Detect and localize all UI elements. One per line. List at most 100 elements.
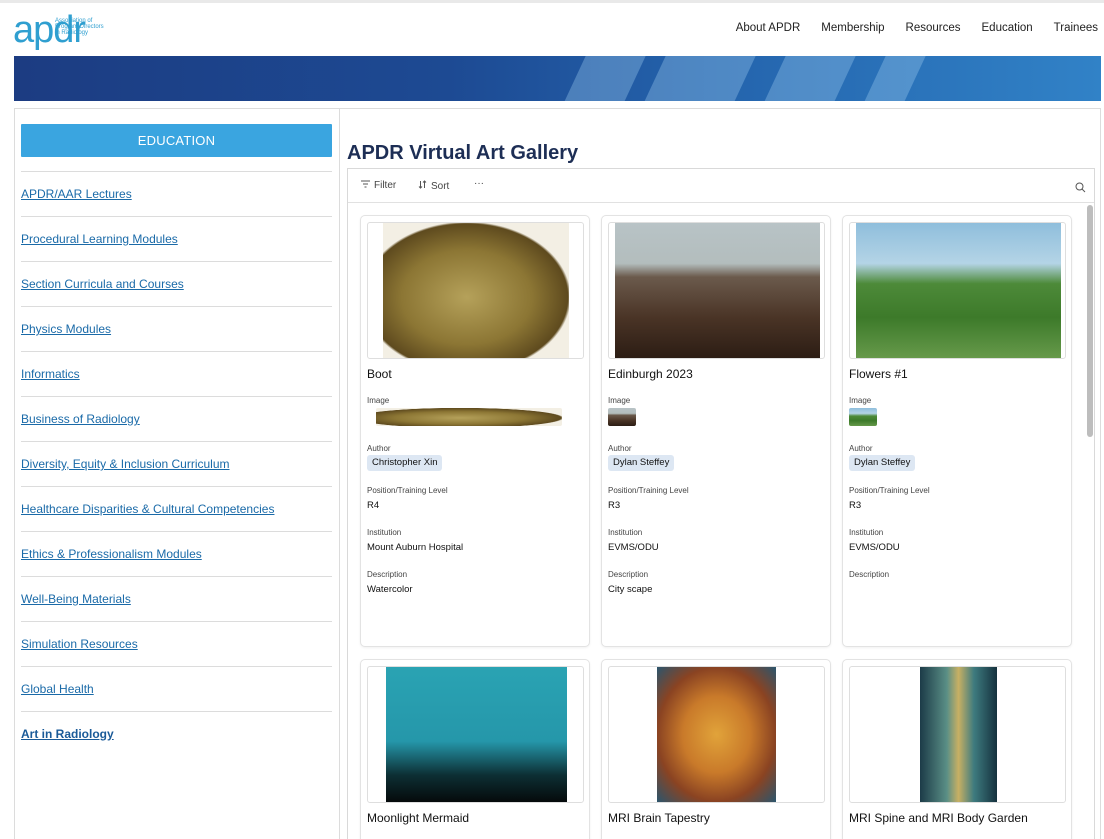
description-label: Description [367,570,408,579]
hero-banner [14,56,1101,101]
more-options-button[interactable]: ··· [474,178,484,189]
gallery-card-boot[interactable]: Boot Image Author Christopher Xin Positi… [360,215,590,647]
sidebar: EDUCATION APDR/AAR Lectures Procedural L… [15,109,340,839]
position-label: Position/Training Level [849,486,930,495]
nav-resources[interactable]: Resources [906,22,961,34]
image-label: Image [608,396,631,405]
sidebar-link[interactable]: Ethics & Professionalism Modules [21,547,202,561]
sidebar-link[interactable]: Business of Radiology [21,412,140,426]
description-label: Description [608,570,649,579]
description-value: City scape [608,584,653,595]
author-chip: Christopher Xin [367,455,443,471]
sidebar-link[interactable]: APDR/AAR Lectures [21,187,132,201]
sidebar-item-lectures: APDR/AAR Lectures [21,171,332,216]
institution-label: Institution [608,528,643,537]
author-label: Author [608,444,632,453]
institution-value: Mount Auburn Hospital [367,542,464,553]
sidebar-item-global-health: Global Health [21,666,332,711]
gallery-card-flowers[interactable]: Flowers #1 Image Author Dylan Steffey Po… [842,215,1072,647]
search-icon[interactable] [1075,180,1087,193]
position-label: Position/Training Level [608,486,689,495]
nav-membership[interactable]: Membership [821,22,884,34]
card-image[interactable] [849,666,1066,803]
sidebar-link[interactable]: Informatics [21,367,80,381]
image-thumbnail[interactable] [608,408,636,426]
filter-label: Filter [374,180,397,191]
apdr-logo[interactable]: apdr Association of Program Directors in… [13,11,123,52]
sort-button[interactable]: Sort [418,180,449,192]
card-image[interactable] [367,222,584,359]
top-bar: apdr Association of Program Directors in… [0,0,1104,56]
description-label: Description [849,570,890,579]
card-image[interactable] [849,222,1066,359]
sort-icon [418,180,427,192]
sidebar-item-disparities: Healthcare Disparities & Cultural Compet… [21,486,332,531]
sidebar-item-procedural: Procedural Learning Modules [21,216,332,261]
image-label: Image [849,396,872,405]
sidebar-link[interactable]: Well-Being Materials [21,592,131,606]
card-title: Moonlight Mermaid [367,811,470,825]
author-chip: Dylan Steffey [608,455,675,471]
author-label: Author [367,444,391,453]
card-image[interactable] [608,666,825,803]
education-section-button[interactable]: EDUCATION [21,124,332,157]
gallery-toolbar: Filter Sort ··· [348,169,1094,203]
card-title: Edinburgh 2023 [608,367,693,381]
sidebar-item-dei: Diversity, Equity & Inclusion Curriculum [21,441,332,486]
sidebar-item-physics: Physics Modules [21,306,332,351]
position-value: R3 [849,500,862,511]
sidebar-link[interactable]: Procedural Learning Modules [21,232,178,246]
sidebar-item-informatics: Informatics [21,351,332,396]
spine-artwork [920,667,997,802]
gallery-card-spine[interactable]: MRI Spine and MRI Body Garden [842,659,1072,839]
institution-label: Institution [367,528,402,537]
mermaid-artwork [386,667,567,802]
card-title: Flowers #1 [849,367,908,381]
position-label: Position/Training Level [367,486,448,495]
gallery-card-brain[interactable]: MRI Brain Tapestry [601,659,831,839]
gallery-card-mermaid[interactable]: Moonlight Mermaid [360,659,590,839]
sidebar-item-business: Business of Radiology [21,396,332,441]
main-panel: APDR Virtual Art Gallery Filter Sort ··· [347,109,1102,839]
nav-trainees[interactable]: Trainees [1054,22,1098,34]
sidebar-item-art: Art in Radiology [21,711,332,756]
institution-value: EVMS/ODU [849,542,900,553]
sidebar-link[interactable]: Global Health [21,682,94,696]
gallery-scrollbar[interactable] [1087,205,1093,437]
content-area: EDUCATION APDR/AAR Lectures Procedural L… [14,108,1101,839]
sidebar-link[interactable]: Physics Modules [21,322,111,336]
author-label: Author [849,444,873,453]
sidebar-link[interactable]: Healthcare Disparities & Cultural Compet… [21,502,274,516]
card-image[interactable] [608,222,825,359]
sort-label: Sort [431,181,450,192]
gallery-card-edinburgh[interactable]: Edinburgh 2023 Image Author Dylan Steffe… [601,215,831,647]
sidebar-item-curricula: Section Curricula and Courses [21,261,332,306]
institution-value: EVMS/ODU [608,542,659,553]
sidebar-list: APDR/AAR Lectures Procedural Learning Mo… [21,171,332,756]
filter-button[interactable]: Filter [361,180,396,191]
nav-about[interactable]: About APDR [736,22,801,34]
author-chip: Dylan Steffey [849,455,916,471]
institution-label: Institution [849,528,884,537]
flowers-artwork [856,223,1061,358]
card-grid: Boot Image Author Christopher Xin Positi… [360,215,1080,839]
brain-artwork [657,667,776,802]
sidebar-item-simulation: Simulation Resources [21,621,332,666]
position-value: R3 [608,500,621,511]
sidebar-link[interactable]: Diversity, Equity & Inclusion Curriculum [21,457,230,471]
image-thumbnail[interactable] [849,408,877,426]
main-nav: About APDR Membership Resources Educatio… [736,22,1098,34]
boot-artwork [383,223,569,358]
edinburgh-artwork [615,223,820,358]
card-image[interactable] [367,666,584,803]
logo-subtitle: Association of Program Directors in Radi… [55,18,104,36]
sidebar-link-active[interactable]: Art in Radiology [21,727,114,741]
position-value: R4 [367,500,380,511]
nav-education[interactable]: Education [982,22,1033,34]
sidebar-link[interactable]: Section Curricula and Courses [21,277,184,291]
card-title: MRI Brain Tapestry [608,811,710,825]
sidebar-link[interactable]: Simulation Resources [21,637,138,651]
description-value: Watercolor [367,584,413,595]
image-thumbnail[interactable] [376,408,562,426]
image-label: Image [367,396,390,405]
